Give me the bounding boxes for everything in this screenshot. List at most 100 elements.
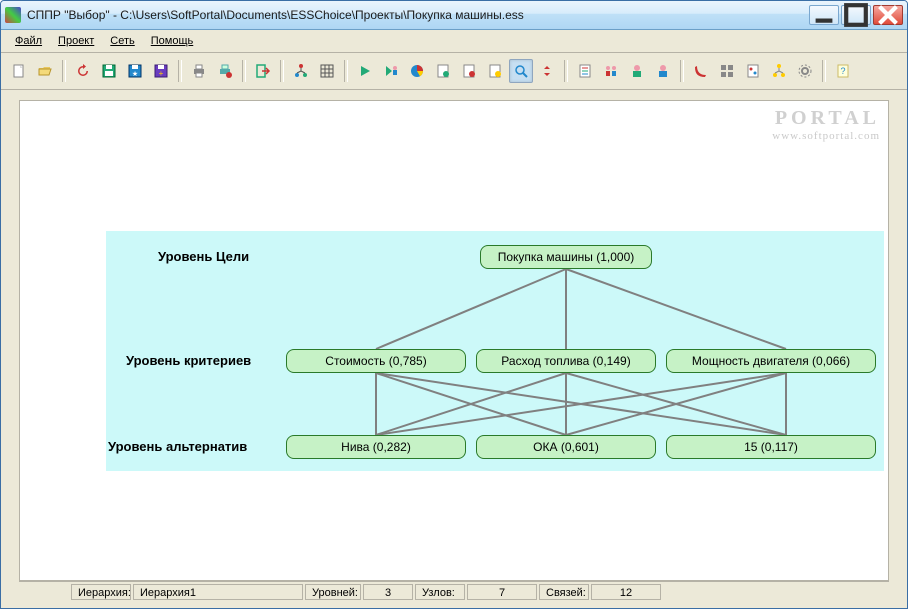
printer-icon bbox=[191, 63, 207, 79]
title-bar: СППР "Выбор" - C:\Users\SoftPortal\Docum… bbox=[1, 1, 907, 30]
watermark-url: www.softportal.com bbox=[772, 130, 880, 142]
play-user-icon bbox=[383, 63, 399, 79]
workspace: PORTAL www.softportal.com Уровень Цели У… bbox=[1, 90, 907, 608]
maximize-icon bbox=[842, 1, 870, 29]
toolbar-separator bbox=[242, 60, 246, 82]
minimize-button[interactable] bbox=[809, 5, 839, 25]
toolbar: ★ + ? bbox=[1, 53, 907, 90]
toolbar-separator bbox=[564, 60, 568, 82]
maximize-button[interactable] bbox=[841, 5, 871, 25]
criteria-node-1-label: Стоимость (0,785) bbox=[325, 354, 426, 368]
calculate-user-button[interactable] bbox=[379, 59, 403, 83]
hierarchy-panel: Уровень Цели Уровень критериев Уровень а… bbox=[106, 231, 884, 471]
floppy-star-icon: ★ bbox=[127, 63, 143, 79]
document-b-icon bbox=[461, 63, 477, 79]
save-special-button[interactable]: ★ bbox=[123, 59, 147, 83]
open-folder-icon bbox=[37, 63, 53, 79]
close-icon bbox=[874, 1, 902, 29]
expand-icon bbox=[539, 63, 555, 79]
pie-chart-button[interactable] bbox=[405, 59, 429, 83]
svg-text:+: + bbox=[159, 69, 164, 78]
doc-a-button[interactable] bbox=[431, 59, 455, 83]
matrix-button[interactable] bbox=[315, 59, 339, 83]
toolbar-separator bbox=[822, 60, 826, 82]
criteria-node-3[interactable]: Мощность двигателя (0,066) bbox=[666, 349, 876, 373]
net-config-button[interactable] bbox=[793, 59, 817, 83]
status-bar: Иерархия: Иерархия1 Уровней: 3 Узлов: 7 … bbox=[19, 581, 889, 602]
help-button[interactable]: ? bbox=[831, 59, 855, 83]
status-links-value: 12 bbox=[591, 584, 661, 600]
label-alternatives-level: Уровень альтернатив bbox=[108, 439, 247, 454]
close-button[interactable] bbox=[873, 5, 903, 25]
menu-bar: Файл Проект Сеть Помощь bbox=[1, 30, 907, 53]
toolbar-separator bbox=[344, 60, 348, 82]
gear-icon bbox=[797, 63, 813, 79]
user-a-icon bbox=[629, 63, 645, 79]
net-grid-button[interactable] bbox=[715, 59, 739, 83]
user-a-button[interactable] bbox=[625, 59, 649, 83]
document-canvas[interactable]: PORTAL www.softportal.com Уровень Цели У… bbox=[19, 100, 889, 581]
alternative-node-2-label: ОКА (0,601) bbox=[533, 440, 599, 454]
menu-help[interactable]: Помощь bbox=[145, 33, 200, 49]
status-levels-label: Уровней: bbox=[305, 584, 361, 600]
experts-button[interactable] bbox=[599, 59, 623, 83]
status-nodes-value: 7 bbox=[467, 584, 537, 600]
alternative-node-2[interactable]: ОКА (0,601) bbox=[476, 435, 656, 459]
hierarchy-button[interactable] bbox=[289, 59, 313, 83]
hierarchy-icon bbox=[293, 63, 309, 79]
toolbar-separator bbox=[280, 60, 284, 82]
minimize-icon bbox=[810, 1, 838, 29]
zoom-button[interactable] bbox=[509, 59, 533, 83]
exit-icon bbox=[255, 63, 271, 79]
goal-node[interactable]: Покупка машины (1,000) bbox=[480, 245, 652, 269]
net-tree-button[interactable] bbox=[767, 59, 791, 83]
printer-gear-icon bbox=[217, 63, 233, 79]
toolbar-separator bbox=[680, 60, 684, 82]
phone-button[interactable] bbox=[689, 59, 713, 83]
floppy-icon bbox=[101, 63, 117, 79]
status-levels-value: 3 bbox=[363, 584, 413, 600]
alternative-node-3-label: 15 (0,117) bbox=[744, 440, 798, 454]
save-plus-button[interactable]: + bbox=[149, 59, 173, 83]
net-doc-icon bbox=[745, 63, 761, 79]
criteria-node-1[interactable]: Стоимость (0,785) bbox=[286, 349, 466, 373]
user-b-icon bbox=[655, 63, 671, 79]
user-b-button[interactable] bbox=[651, 59, 675, 83]
alternative-node-3[interactable]: 15 (0,117) bbox=[666, 435, 876, 459]
exit-button[interactable] bbox=[251, 59, 275, 83]
refresh-icon bbox=[75, 63, 91, 79]
pie-chart-icon bbox=[409, 63, 425, 79]
calculate-button[interactable] bbox=[353, 59, 377, 83]
net-doc-button[interactable] bbox=[741, 59, 765, 83]
expert-list-button[interactable] bbox=[573, 59, 597, 83]
open-file-button[interactable] bbox=[33, 59, 57, 83]
alternative-node-1[interactable]: Нива (0,282) bbox=[286, 435, 466, 459]
criteria-node-3-label: Мощность двигателя (0,066) bbox=[692, 354, 850, 368]
refresh-button[interactable] bbox=[71, 59, 95, 83]
net-tree-icon bbox=[771, 63, 787, 79]
save-button[interactable] bbox=[97, 59, 121, 83]
menu-network[interactable]: Сеть bbox=[104, 33, 140, 49]
alternative-node-1-label: Нива (0,282) bbox=[341, 440, 411, 454]
criteria-node-2-label: Расход топлива (0,149) bbox=[501, 354, 630, 368]
app-icon bbox=[5, 7, 21, 23]
svg-text:?: ? bbox=[840, 66, 845, 76]
label-criteria-level: Уровень критериев bbox=[126, 353, 251, 368]
window-title: СППР "Выбор" - C:\Users\SoftPortal\Docum… bbox=[27, 8, 809, 22]
new-file-button[interactable] bbox=[7, 59, 31, 83]
expand-button[interactable] bbox=[535, 59, 559, 83]
doc-c-button[interactable] bbox=[483, 59, 507, 83]
floppy-plus-icon: + bbox=[153, 63, 169, 79]
toolbar-separator bbox=[178, 60, 182, 82]
criteria-node-2[interactable]: Расход топлива (0,149) bbox=[476, 349, 656, 373]
printer-settings-button[interactable] bbox=[213, 59, 237, 83]
menu-file[interactable]: Файл bbox=[9, 33, 48, 49]
play-icon bbox=[357, 63, 373, 79]
menu-project[interactable]: Проект bbox=[52, 33, 100, 49]
print-button[interactable] bbox=[187, 59, 211, 83]
grid-gear-icon bbox=[319, 63, 335, 79]
net-grid-icon bbox=[719, 63, 735, 79]
app-window: СППР "Выбор" - C:\Users\SoftPortal\Docum… bbox=[0, 0, 908, 609]
doc-b-button[interactable] bbox=[457, 59, 481, 83]
magnifier-icon bbox=[513, 63, 529, 79]
